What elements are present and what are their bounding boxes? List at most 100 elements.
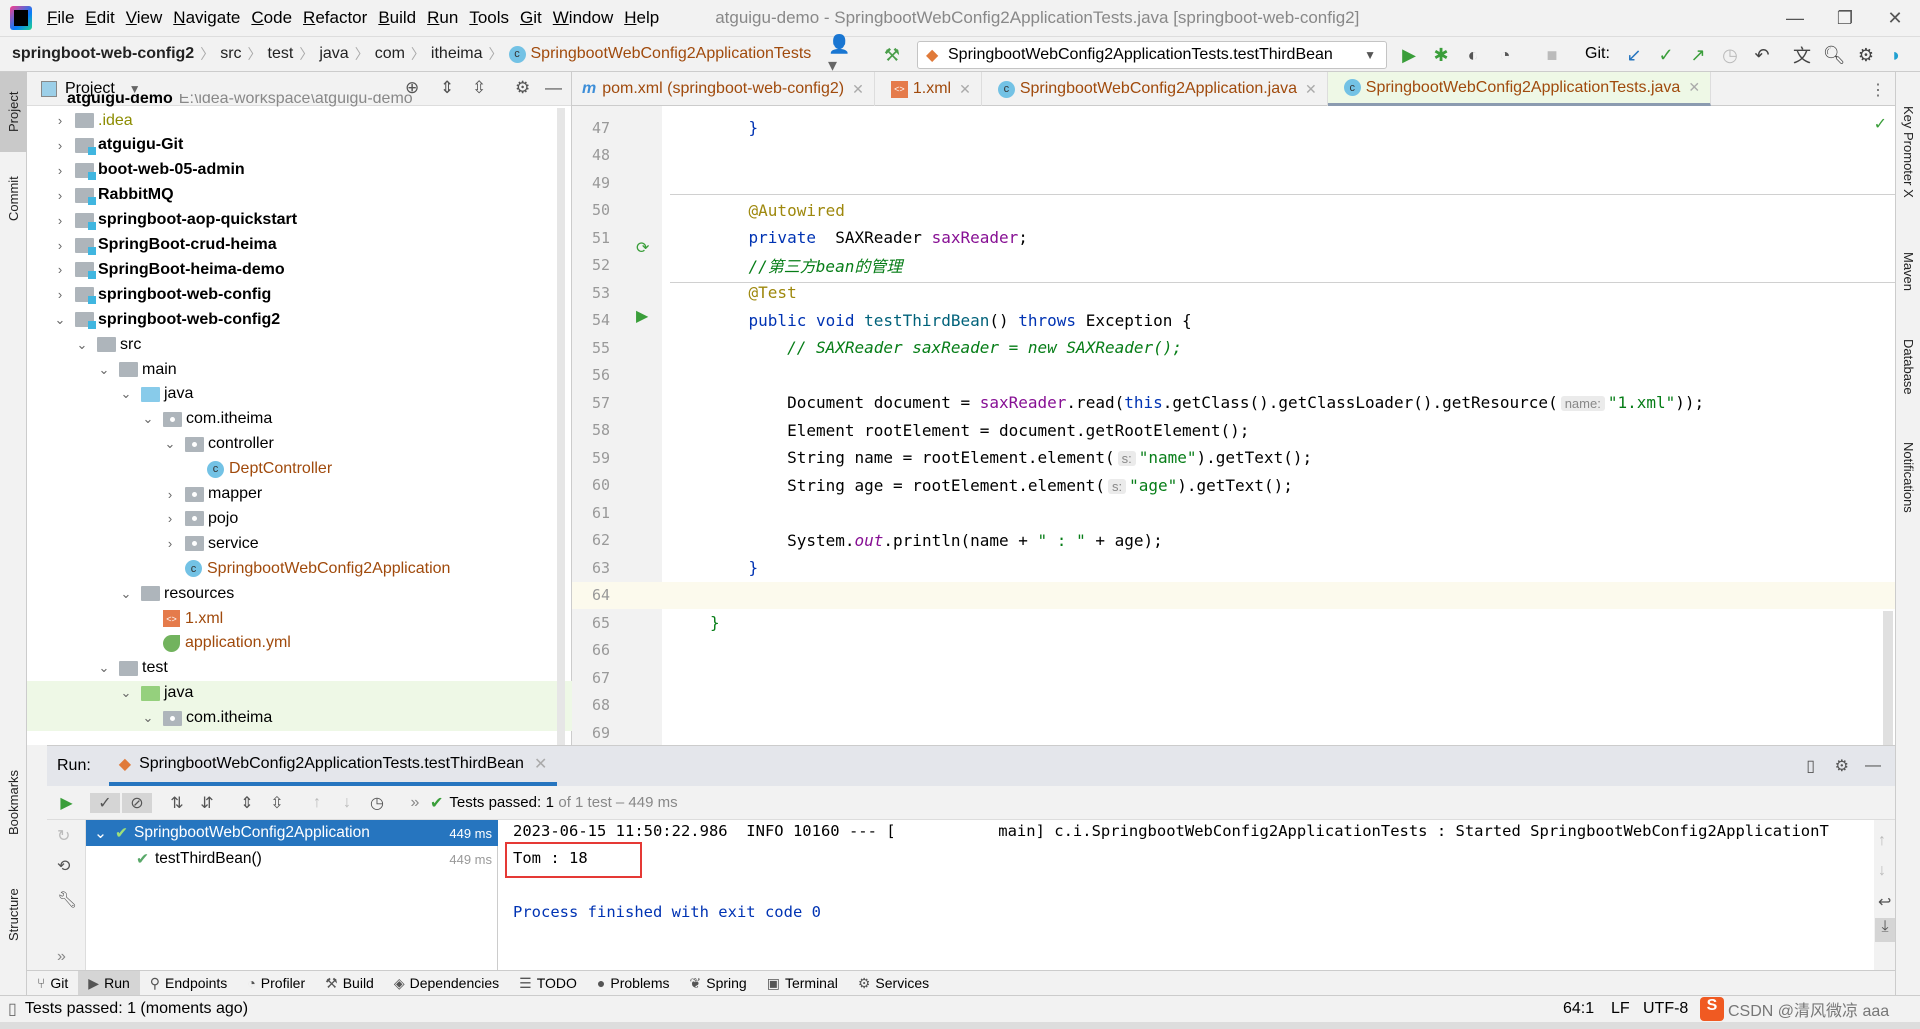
rerun-failed-icon[interactable]: ↻ (57, 826, 70, 846)
tree-item[interactable]: › service (27, 531, 572, 556)
profile-icon[interactable]: ◔ (1493, 43, 1517, 67)
tool-window-spring[interactable]: ❦ Spring (680, 971, 757, 996)
test-result-row[interactable]: ✔ testThirdBean() 449 ms (86, 846, 498, 872)
git-commit-icon[interactable]: ✓ (1654, 43, 1678, 67)
breadcrumb-item[interactable]: com (369, 45, 411, 63)
chevron-down-icon[interactable]: ⌄ (94, 824, 107, 843)
menu-file[interactable]: File (44, 8, 82, 28)
scrollbar[interactable] (557, 108, 565, 745)
layout-icon[interactable]: ▯ (1806, 756, 1815, 776)
chevron-down-icon[interactable]: ⌄ (95, 362, 113, 378)
menu-tools[interactable]: Tools (466, 8, 517, 28)
tree-item[interactable]: › RabbitMQ (27, 183, 572, 208)
tree-item[interactable]: › atguigu-Git (27, 133, 572, 158)
tool-tab-bookmarks[interactable]: Bookmarks (0, 752, 27, 852)
rerun-icon[interactable]: ▶ (47, 793, 86, 813)
prev-icon[interactable]: ↑ (302, 794, 332, 812)
wrench-icon[interactable]: 🔧︎ (57, 890, 77, 910)
test-result-row[interactable]: ⌄ ✔ SpringbootWebConfig2Application 449 ms (86, 820, 498, 846)
close-tab-icon[interactable]: ✕ (1688, 79, 1700, 96)
show-passed-icon[interactable]: ✓ (90, 792, 120, 813)
more-icon[interactable]: » (400, 794, 430, 812)
breadcrumb-item[interactable]: springboot-web-config2 (6, 45, 200, 63)
tree-item[interactable]: ⌄ main (27, 357, 572, 382)
bean-gutter-icon[interactable]: ⟳ (636, 238, 649, 258)
menu-git[interactable]: Git (517, 8, 550, 28)
history-icon[interactable]: ◷ (1718, 43, 1742, 67)
menu-navigate[interactable]: Navigate (170, 8, 248, 28)
chevron-down-icon[interactable]: ⌄ (117, 685, 135, 701)
code-line[interactable]: 53 @Test (572, 279, 1895, 307)
code-editor[interactable]: 47 } 48 49 50 @Autowired 51 private SAXReade… (572, 106, 1895, 745)
editor-tab[interactable]: c SpringbootWebConfig2ApplicationTests.ja… (1327, 72, 1712, 106)
toggle-auto-test-icon[interactable]: ⟲ (57, 856, 70, 876)
chevron-down-icon[interactable]: ⌄ (161, 436, 179, 452)
run-test-gutter-icon[interactable]: ▶ (636, 306, 648, 326)
breadcrumb-item[interactable]: itheima (425, 45, 489, 63)
code-line[interactable]: 52 //第三方bean的管理 (572, 252, 1895, 280)
chevron-right-icon[interactable]: › (51, 238, 69, 253)
code-line[interactable]: 55 // SAXReader saxReader = new SAXReade… (572, 334, 1895, 362)
status-message[interactable]: Tests passed: 1 (moments ago) (25, 1000, 248, 1018)
code-line[interactable]: 51 private SAXReader saxReader; (572, 224, 1895, 252)
code-line[interactable]: 62 System.out.println(name + " : " + age… (572, 527, 1895, 555)
rollback-icon[interactable]: ↶ (1750, 43, 1774, 67)
git-update-icon[interactable]: ↙ (1622, 43, 1646, 67)
editor-tab[interactable]: c SpringbootWebConfig2Application.java ✕ (982, 72, 1328, 106)
file-encoding[interactable]: UTF-8 (1643, 1000, 1688, 1018)
panel-toggle-icon[interactable]: ▯ (8, 999, 17, 1019)
breadcrumb-item[interactable]: src (214, 45, 247, 63)
code-line[interactable]: 54 public void testThirdBean() throws Ex… (572, 307, 1895, 335)
chevron-right-icon[interactable]: › (51, 138, 69, 153)
code-line[interactable]: 67 (572, 664, 1895, 692)
editor-tab[interactable]: <> 1.xml ✕ (875, 72, 982, 106)
tool-window-run[interactable]: ▶ Run (78, 970, 140, 996)
code-line[interactable]: 65} (572, 609, 1895, 637)
menu-run[interactable]: Run (424, 8, 466, 28)
show-ignored-icon[interactable]: ⊘ (122, 792, 152, 813)
tool-tab-maven[interactable]: Maven (1896, 232, 1920, 312)
tree-item[interactable]: c SpringbootWebConfig2Application (27, 556, 572, 581)
code-line[interactable]: 50 @Autowired (572, 197, 1895, 225)
stop-icon[interactable]: ■ (1540, 43, 1564, 67)
run-config-select[interactable]: ◆ SpringbootWebConfig2ApplicationTests.t… (917, 41, 1387, 69)
tree-item[interactable]: ⌄ java (27, 382, 572, 407)
hide-icon[interactable]: — (1865, 757, 1881, 775)
up-icon[interactable]: ↑ (1878, 832, 1886, 850)
code-line[interactable]: 63 } (572, 554, 1895, 582)
chevron-right-icon[interactable]: › (51, 262, 69, 277)
tree-item[interactable]: ⌄ java (27, 680, 572, 706)
tree-item[interactable]: ⌄ springboot-web-config2 (27, 307, 572, 332)
tree-item[interactable]: › boot-web-05-admin (27, 158, 572, 183)
sort-duration-icon[interactable]: ⇵ (192, 793, 222, 813)
menu-build[interactable]: Build (375, 8, 424, 28)
chevron-right-icon[interactable]: › (51, 188, 69, 203)
tree-item[interactable]: ⌄ test (27, 656, 572, 681)
tool-window-services[interactable]: ⚙ Services (848, 971, 939, 996)
chevron-down-icon[interactable]: ⌄ (139, 411, 157, 427)
chevron-right-icon[interactable]: › (161, 487, 179, 502)
history-icon[interactable]: ◷ (362, 793, 392, 813)
tree-item[interactable]: › SpringBoot-crud-heima (27, 233, 572, 258)
chevron-down-icon[interactable]: ⌄ (117, 586, 135, 602)
run-icon[interactable]: ▶ (1397, 43, 1421, 67)
search-icon[interactable]: 🔍︎ (1822, 43, 1846, 67)
code-line[interactable]: 49 (572, 169, 1895, 197)
chevron-right-icon[interactable]: › (51, 213, 69, 228)
tree-item[interactable]: ⌄ com.itheima (27, 705, 572, 731)
collapse-all-icon[interactable]: ⇳ (262, 793, 292, 813)
menu-view[interactable]: View (123, 8, 171, 28)
close-tab-icon[interactable]: ✕ (1305, 81, 1317, 98)
code-line[interactable]: 60 String age = rootElement.element(s: "a… (572, 472, 1895, 500)
menu-window[interactable]: Window (550, 8, 621, 28)
code-line[interactable]: 57 Document document = saxReader.read(th… (572, 389, 1895, 417)
sort-alpha-icon[interactable]: ⇅ (162, 793, 192, 813)
tool-window-profiler[interactable]: ◔ Profiler (237, 971, 315, 996)
tree-item[interactable]: › springboot-aop-quickstart (27, 208, 572, 233)
chevron-right-icon[interactable]: › (51, 113, 69, 128)
next-icon[interactable]: ↓ (332, 794, 362, 812)
code-line[interactable]: 47 } (572, 114, 1895, 142)
tree-item[interactable]: application.yml (27, 631, 572, 656)
gear-icon[interactable]: ⚙ (1854, 43, 1878, 67)
menu-help[interactable]: Help (621, 8, 667, 28)
